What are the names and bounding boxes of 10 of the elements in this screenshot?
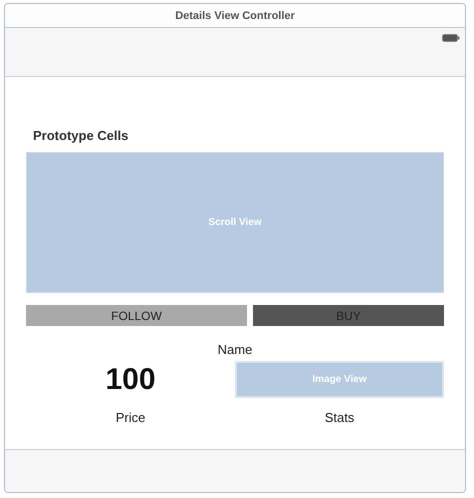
price-value: 100 [104, 362, 157, 396]
battery-icon [442, 34, 460, 42]
scroll-view-label: Scroll View [208, 217, 262, 228]
price-label: Price [114, 410, 146, 425]
section-header: Prototype Cells [32, 128, 130, 145]
name-label: Name [216, 342, 254, 357]
follow-button[interactable]: FOLLOW [26, 305, 247, 326]
scene-title: Details View Controller [175, 10, 295, 22]
image-view-label: Image View [312, 374, 367, 385]
stats-label: Stats [324, 410, 356, 425]
